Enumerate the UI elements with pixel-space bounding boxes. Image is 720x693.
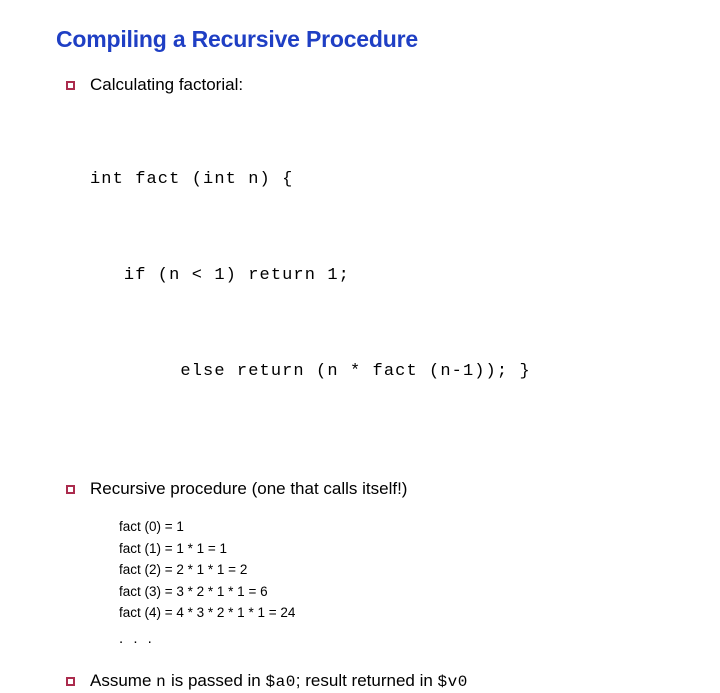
code-line: if (n < 1) return 1;: [90, 266, 350, 285]
hollow-square-bullet-icon: [66, 676, 75, 686]
bullet-label: Recursive procedure (one that calls itse…: [90, 479, 408, 498]
list-item: fact (1) = 1 * 1 = 1: [119, 540, 228, 556]
list-item: fact (0) = 1: [119, 519, 184, 534]
factorial-values-list: fact (0) = 1 fact (1) = 1 * 1 = 1 fact (…: [119, 516, 694, 650]
final-bullet-code-v0: $v0: [437, 672, 468, 691]
bullet-item-register-convention: Assume n is passed in $a0; result return…: [64, 670, 694, 693]
bullet-label: Assume n is passed in $a0; result return…: [90, 670, 694, 693]
list-item: fact (2) = 2 * 1 * 1 = 2: [119, 562, 248, 577]
code-line: else return (n * fact (n-1)); }: [90, 362, 531, 381]
code-line: int fact (int n) {: [90, 170, 294, 189]
bullet-item-recursive-procedure: Recursive procedure (one that calls itse…: [64, 478, 694, 650]
hollow-square-bullet-icon: [66, 81, 75, 90]
list-item: fact (4) = 4 * 3 * 2 * 1 * 1 = 24: [119, 605, 296, 620]
code-block: int fact (int n) { if (n < 1) return 1; …: [90, 100, 694, 452]
final-bullet-code-n: n: [156, 672, 167, 691]
page-title: Compiling a Recursive Procedure: [56, 26, 418, 52]
final-bullet-text-part3: ; result returned in: [295, 670, 438, 690]
slide-canvas: Compiling a Recursive Procedure Calculat…: [0, 0, 720, 691]
final-bullet-text-part1: Assume: [90, 670, 157, 690]
final-bullet-code-a0: $a0: [265, 672, 296, 691]
list-item: fact (3) = 3 * 2 * 1 * 1 = 6: [119, 583, 268, 599]
hollow-square-bullet-icon: [66, 485, 75, 494]
list-item-ellipsis: . . .: [119, 629, 155, 647]
slide-body: Calculating factorial: int fact (int n) …: [64, 74, 694, 693]
bullet-item-calculating-factorial: Calculating factorial: int fact (int n) …: [64, 74, 694, 452]
bullet-label: Calculating factorial:: [90, 75, 244, 94]
final-bullet-text-part2: is passed in: [166, 670, 266, 690]
